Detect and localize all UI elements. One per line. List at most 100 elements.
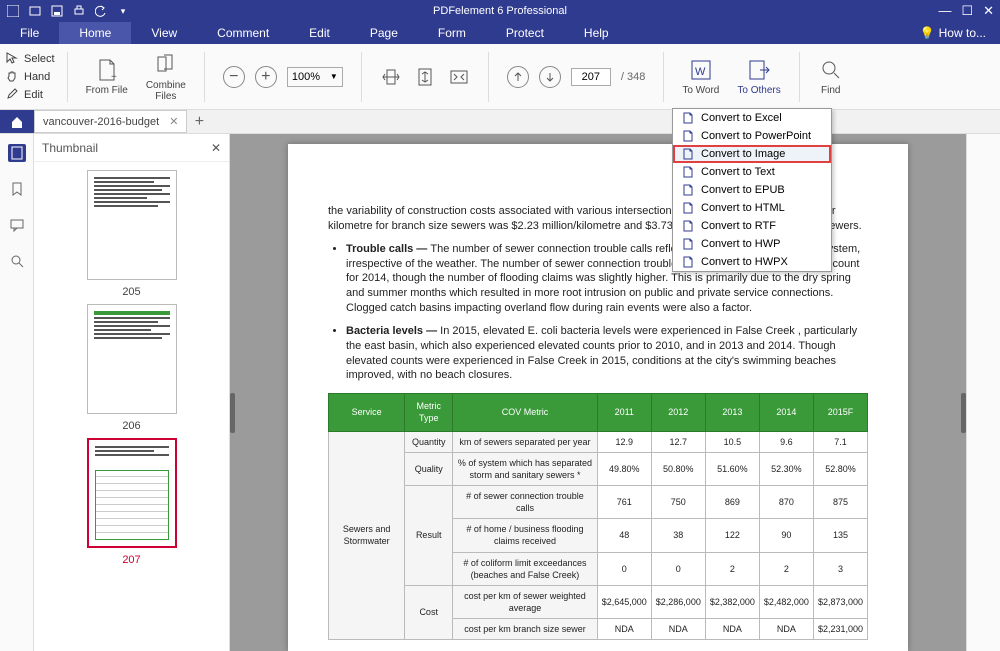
- close-tab-icon[interactable]: ✕: [169, 115, 178, 128]
- table-header: 2014: [759, 394, 813, 431]
- cursor-icon: [6, 52, 20, 66]
- new-tab-button[interactable]: +: [187, 110, 211, 133]
- table-header: Service: [329, 394, 405, 431]
- fit-actual-button[interactable]: [448, 66, 470, 88]
- qat-print-icon[interactable]: [72, 4, 86, 18]
- qat-more-icon[interactable]: ▾: [116, 4, 130, 18]
- qat-undo-icon[interactable]: [94, 4, 108, 18]
- to-others-button[interactable]: To Others: [731, 57, 786, 96]
- convert-option[interactable]: Convert to HTML: [673, 199, 831, 217]
- home-tab-button[interactable]: [0, 110, 34, 133]
- qat-save-icon[interactable]: [50, 4, 64, 18]
- metric-cell: # of coliform limit exceedances (beaches…: [453, 552, 598, 585]
- metric-cell: # of sewer connection trouble calls: [453, 485, 598, 518]
- howto-link[interactable]: 💡 How to...: [920, 26, 986, 40]
- thumbnail-panel-button[interactable]: [8, 144, 26, 162]
- metric-cell: km of sewers separated per year: [453, 431, 598, 452]
- metric-cell: % of system which has separated storm an…: [453, 452, 598, 485]
- menu-help[interactable]: Help: [564, 22, 629, 44]
- file-icon: [681, 165, 695, 179]
- menu-view[interactable]: View: [131, 22, 197, 44]
- app-icon: [6, 4, 20, 18]
- bookmark-panel-button[interactable]: [8, 180, 26, 198]
- next-page-button[interactable]: [539, 66, 561, 88]
- value-cell: $2,231,000: [813, 619, 867, 640]
- qat-open-icon[interactable]: [28, 4, 42, 18]
- menu-home[interactable]: Home: [59, 22, 131, 44]
- svg-text:+: +: [111, 72, 117, 82]
- thumbnail-207[interactable]: [87, 438, 177, 548]
- convert-option[interactable]: Convert to HWP: [673, 235, 831, 253]
- table-header: 2011: [597, 394, 651, 431]
- file-plus-icon: +: [94, 57, 120, 83]
- value-cell: NDA: [597, 619, 651, 640]
- convert-option-label: Convert to Image: [701, 148, 785, 160]
- menu-comment[interactable]: Comment: [197, 22, 289, 44]
- bulb-icon: 💡: [920, 26, 935, 40]
- tool-hand[interactable]: Hand: [6, 70, 55, 84]
- find-button[interactable]: Find: [812, 57, 850, 96]
- panel-handle-left[interactable]: [230, 393, 235, 433]
- comments-panel-button[interactable]: [8, 216, 26, 234]
- from-file-button[interactable]: + From File: [80, 57, 134, 96]
- document-tab[interactable]: vancouver-2016-budget ✕: [34, 110, 187, 133]
- value-cell: 9.6: [759, 431, 813, 452]
- value-cell: 90: [759, 519, 813, 552]
- value-cell: 0: [651, 552, 705, 585]
- value-cell: 2: [759, 552, 813, 585]
- to-others-label: To Others: [737, 85, 780, 96]
- value-cell: $2,482,000: [759, 585, 813, 618]
- fit-page-button[interactable]: [414, 66, 436, 88]
- to-word-button[interactable]: W To Word: [676, 57, 725, 96]
- menu-edit[interactable]: Edit: [289, 22, 350, 44]
- value-cell: NDA: [651, 619, 705, 640]
- thumbnail-205[interactable]: [87, 170, 177, 280]
- page-number-input[interactable]: [571, 68, 611, 86]
- value-cell: 7.1: [813, 431, 867, 452]
- convert-option[interactable]: Convert to PowerPoint: [673, 127, 831, 145]
- convert-option[interactable]: Convert to HWPX: [673, 253, 831, 271]
- value-cell: 51.60%: [705, 452, 759, 485]
- close-button[interactable]: ✕: [983, 3, 994, 19]
- page-canvas[interactable]: the variability of construction costs as…: [230, 134, 966, 651]
- menu-form[interactable]: Form: [418, 22, 486, 44]
- table-row: Quality% of system which has separated s…: [329, 452, 868, 485]
- maximize-button[interactable]: ☐: [961, 3, 973, 19]
- metric-cell: cost per km branch size sewer: [453, 619, 598, 640]
- tool-select[interactable]: Select: [6, 52, 55, 66]
- convert-option[interactable]: Convert to Excel: [673, 109, 831, 127]
- minimize-button[interactable]: —: [938, 3, 951, 19]
- find-label: Find: [821, 85, 840, 96]
- file-icon: [681, 111, 695, 125]
- value-cell: NDA: [705, 619, 759, 640]
- menu-page[interactable]: Page: [350, 22, 418, 44]
- value-cell: 38: [651, 519, 705, 552]
- zoom-out-button[interactable]: −: [223, 66, 245, 88]
- close-panel-icon[interactable]: ✕: [211, 141, 221, 155]
- convert-option[interactable]: Convert to RTF: [673, 217, 831, 235]
- tool-hand-label: Hand: [24, 71, 50, 83]
- convert-option-label: Convert to RTF: [701, 220, 776, 232]
- convert-option[interactable]: Convert to EPUB: [673, 181, 831, 199]
- fit-width-button[interactable]: [380, 66, 402, 88]
- value-cell: 3: [813, 552, 867, 585]
- prev-page-button[interactable]: [507, 66, 529, 88]
- value-cell: 52.30%: [759, 452, 813, 485]
- menu-file[interactable]: File: [0, 22, 59, 44]
- zoom-in-button[interactable]: +: [255, 66, 277, 88]
- tool-edit[interactable]: Edit: [6, 88, 55, 102]
- zoom-field[interactable]: 100%▼: [287, 67, 343, 87]
- value-cell: 48: [597, 519, 651, 552]
- search-panel-button[interactable]: [8, 252, 26, 270]
- combine-files-button[interactable]: Combine Files: [140, 52, 192, 102]
- value-cell: $2,286,000: [651, 585, 705, 618]
- value-cell: 12.7: [651, 431, 705, 452]
- menu-protect[interactable]: Protect: [486, 22, 564, 44]
- convert-option[interactable]: Convert to Text: [673, 163, 831, 181]
- file-icon: [681, 183, 695, 197]
- doc-bullet-title: Trouble calls —: [346, 243, 430, 255]
- value-cell: 50.80%: [651, 452, 705, 485]
- convert-option[interactable]: Convert to Image: [673, 145, 831, 163]
- thumbnail-206[interactable]: [87, 304, 177, 414]
- panel-handle-right[interactable]: [961, 393, 966, 433]
